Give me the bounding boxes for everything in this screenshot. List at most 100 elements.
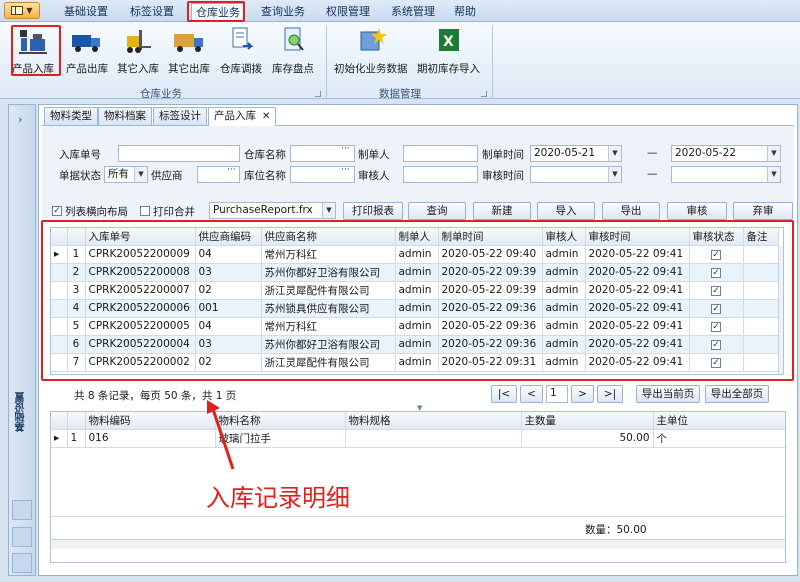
cell-auditor[interactable]: admin: [542, 353, 586, 372]
cell-auditor[interactable]: admin: [542, 245, 586, 264]
cell-maker[interactable]: admin: [395, 263, 439, 282]
tab-material-type[interactable]: 物料类型: [44, 107, 98, 125]
cell-remark[interactable]: [743, 263, 779, 282]
col-header-remark[interactable]: 备注: [743, 228, 779, 246]
left-nav-button[interactable]: [12, 500, 32, 520]
ellipsis-button[interactable]: ···: [341, 144, 350, 154]
cell-auditor[interactable]: admin: [542, 317, 586, 336]
cell-supplier-name[interactable]: 浙江灵犀配件有限公司: [261, 281, 396, 300]
menu-label-settings[interactable]: 标签设置: [126, 3, 178, 20]
cell-remark[interactable]: [743, 335, 779, 354]
cell-make-time[interactable]: 2020-05-22 09:39: [438, 263, 543, 282]
cell-make-time[interactable]: 2020-05-22 09:31: [438, 353, 543, 372]
ribbon-btn-transfer[interactable]: 仓库调拨: [220, 26, 262, 84]
cell-supplier-name[interactable]: 苏州锁具供应有限公司: [261, 299, 396, 318]
col-header-material-spec[interactable]: 物料规格: [345, 412, 522, 430]
cell-remark[interactable]: [743, 245, 779, 264]
cell-order-no[interactable]: CPRK20052200002: [85, 353, 196, 372]
cell-order-no[interactable]: CPRK20052200009: [85, 245, 196, 264]
order-no-input[interactable]: [118, 145, 240, 162]
menu-permission[interactable]: 权限管理: [322, 3, 374, 20]
cell-order-no[interactable]: CPRK20052200007: [85, 281, 196, 300]
table-row[interactable]: 4 CPRK20052200006 001 苏州锁具供应有限公司 admin 2020-0…: [51, 299, 779, 318]
cell-audit-time[interactable]: 2020-05-22 09:41: [585, 353, 690, 372]
export-all-pages-button[interactable]: 导出全部页: [705, 385, 769, 403]
audit-status-checkbox[interactable]: ✓: [711, 268, 721, 278]
ribbon-btn-init-data[interactable]: 初始化业务数据: [334, 26, 408, 84]
cell-quantity[interactable]: 50.00: [521, 429, 654, 448]
query-button[interactable]: 查询: [408, 202, 466, 220]
table-row[interactable]: ▸ 1 CPRK20052200009 04 常州万科红 admin 2020-05-22 …: [51, 245, 779, 264]
export-current-page-button[interactable]: 导出当前页: [636, 385, 700, 403]
col-header-supplier-code[interactable]: 供应商编码: [195, 228, 262, 246]
cell-make-time[interactable]: 2020-05-22 09:36: [438, 299, 543, 318]
audit-status-checkbox[interactable]: ✓: [711, 286, 721, 296]
cell-audit-status[interactable]: ✓: [689, 317, 744, 336]
audit-status-checkbox[interactable]: ✓: [711, 250, 721, 260]
cell-auditor[interactable]: admin: [542, 299, 586, 318]
cell-remark[interactable]: [743, 353, 779, 372]
date-to-input[interactable]: 2020-05-22 ▼: [671, 145, 781, 162]
col-header-unit[interactable]: 主单位: [653, 412, 785, 430]
cell-supplier-name[interactable]: 苏州你都好卫浴有限公司: [261, 263, 396, 282]
col-header-order-no[interactable]: 入库单号: [85, 228, 196, 246]
col-header-supplier-name[interactable]: 供应商名称: [261, 228, 396, 246]
cell-supplier-code[interactable]: 04: [195, 245, 262, 264]
col-header-audit-status[interactable]: 审核状态: [689, 228, 744, 246]
chevron-down-icon[interactable]: ▼: [134, 167, 147, 182]
print-merge-checkbox[interactable]: [140, 206, 150, 216]
cell-audit-time[interactable]: 2020-05-22 09:41: [585, 317, 690, 336]
cell-supplier-code[interactable]: 03: [195, 263, 262, 282]
menu-query-business[interactable]: 查询业务: [257, 3, 309, 20]
cell-order-no[interactable]: CPRK20052200005: [85, 317, 196, 336]
cell-audit-time[interactable]: 2020-05-22 09:41: [585, 299, 690, 318]
cell-make-time[interactable]: 2020-05-22 09:36: [438, 335, 543, 354]
cell-supplier-code[interactable]: 03: [195, 335, 262, 354]
cell-make-time[interactable]: 2020-05-22 09:39: [438, 281, 543, 300]
ellipsis-button[interactable]: ···: [341, 165, 350, 175]
cell-material-spec[interactable]: [345, 429, 522, 448]
audit-status-checkbox[interactable]: ✓: [711, 340, 721, 350]
cell-order-no[interactable]: CPRK20052200006: [85, 299, 196, 318]
expand-chevron-icon[interactable]: ›: [18, 113, 22, 126]
cell-maker[interactable]: admin: [395, 299, 439, 318]
col-header-maker[interactable]: 制单人: [395, 228, 439, 246]
cell-maker[interactable]: admin: [395, 281, 439, 300]
cell-supplier-code[interactable]: 02: [195, 281, 262, 300]
cell-make-time[interactable]: 2020-05-22 09:40: [438, 245, 543, 264]
cell-unit[interactable]: 个: [653, 429, 785, 448]
audit-status-checkbox[interactable]: ✓: [711, 358, 721, 368]
audit-button[interactable]: 审核: [667, 202, 727, 220]
col-header-material-code[interactable]: 物料编码: [85, 412, 216, 430]
dialog-launcher-icon[interactable]: [315, 91, 321, 97]
cell-order-no[interactable]: CPRK20052200004: [85, 335, 196, 354]
audit-to-input[interactable]: ▼: [671, 166, 781, 183]
cell-audit-time[interactable]: 2020-05-22 09:41: [585, 245, 690, 264]
table-row[interactable]: 6 CPRK20052200004 03 苏州你都好卫浴有限公司 admin 2020-0…: [51, 335, 779, 354]
cell-order-no[interactable]: CPRK20052200008: [85, 263, 196, 282]
menu-system[interactable]: 系统管理: [387, 3, 439, 20]
cell-supplier-name[interactable]: 常州万科红: [261, 245, 396, 264]
cell-audit-time[interactable]: 2020-05-22 09:41: [585, 263, 690, 282]
list-layout-checkbox[interactable]: ✓: [52, 206, 62, 216]
cell-supplier-code[interactable]: 04: [195, 317, 262, 336]
ribbon-btn-other-out[interactable]: 其它出库: [168, 26, 210, 84]
chevron-down-icon[interactable]: ▼: [608, 146, 621, 161]
col-header-make-time[interactable]: 制单时间: [438, 228, 543, 246]
ribbon-btn-product-out[interactable]: 产品出库: [66, 26, 108, 84]
cell-remark[interactable]: [743, 281, 779, 300]
audit-status-checkbox[interactable]: ✓: [711, 304, 721, 314]
dialog-launcher-icon[interactable]: [481, 91, 487, 97]
table-row[interactable]: 3 CPRK20052200007 02 浙江灵犀配件有限公司 admin 2020-05…: [51, 281, 779, 300]
app-menu-button[interactable]: ▼: [4, 2, 40, 19]
ribbon-btn-opening-import[interactable]: X 期初库存导入: [417, 26, 480, 84]
cell-supplier-name[interactable]: 浙江灵犀配件有限公司: [261, 353, 396, 372]
ellipsis-button[interactable]: ···: [227, 165, 236, 175]
auditor-input[interactable]: [403, 166, 478, 183]
first-page-button[interactable]: |<: [491, 385, 517, 403]
left-nav-button[interactable]: [12, 527, 32, 547]
prev-page-button[interactable]: <: [520, 385, 543, 403]
cell-audit-status[interactable]: ✓: [689, 335, 744, 354]
report-select[interactable]: PurchaseReport.frx ▼: [209, 202, 336, 219]
audit-status-checkbox[interactable]: ✓: [711, 322, 721, 332]
